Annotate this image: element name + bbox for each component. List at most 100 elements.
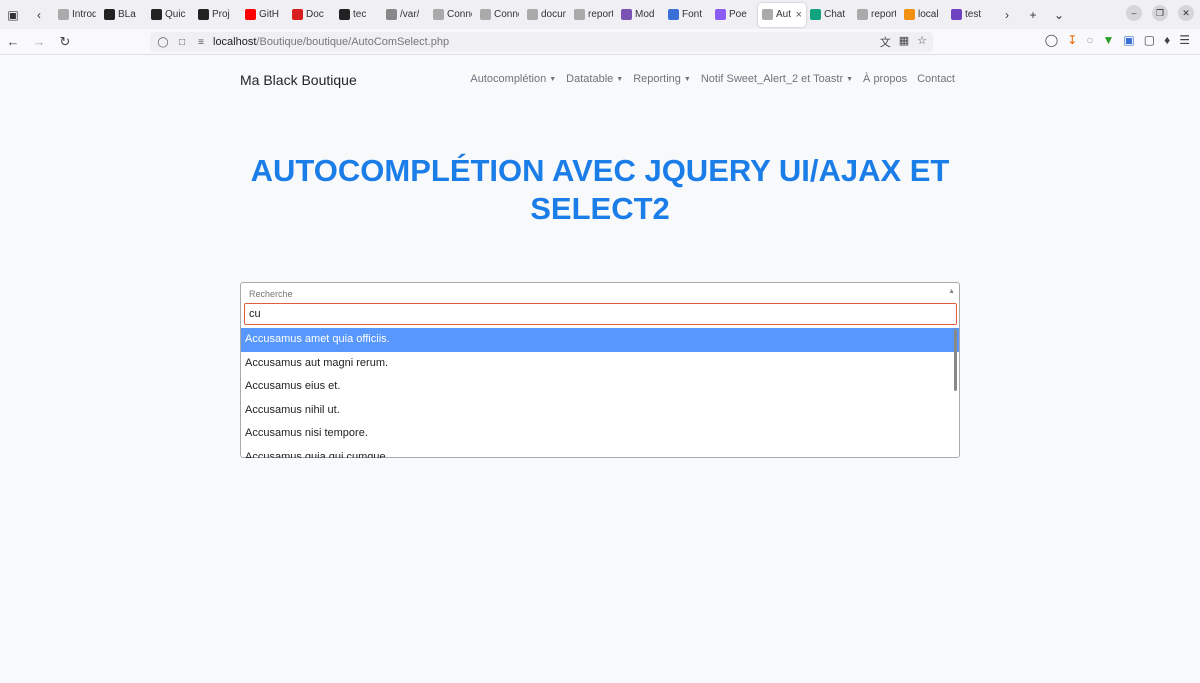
tab-19[interactable]: test xyxy=(947,3,994,27)
permissions-icon[interactable]: ≡ xyxy=(194,37,208,48)
tab-13[interactable]: Font xyxy=(664,3,711,27)
bootstrap-icon xyxy=(621,9,632,20)
info-icon xyxy=(386,9,397,20)
select-search-input[interactable] xyxy=(244,303,957,325)
nav-item-0[interactable]: Autocomplétion ▼ xyxy=(470,73,556,85)
select-placeholder: Recherche xyxy=(249,289,293,299)
tab-10[interactable]: docume xyxy=(523,3,570,27)
tab-18[interactable]: local xyxy=(900,3,947,27)
translate-icon[interactable]: 文 xyxy=(880,34,891,50)
tab-2[interactable]: Quic xyxy=(147,3,194,27)
download-icon[interactable]: ↧ xyxy=(1067,33,1077,47)
tab-1[interactable]: BLa xyxy=(100,3,147,27)
nav-item-1[interactable]: Datatable ▼ xyxy=(566,73,623,85)
extension-download-icon[interactable]: ▼ xyxy=(1103,33,1115,47)
url-path: /Boutique/boutique/AutoComSelect.php xyxy=(256,36,450,48)
scroll-tabs-left-icon[interactable]: ‹ xyxy=(26,2,52,28)
select-option[interactable]: Accusamus aut magni rerum. xyxy=(241,352,959,376)
tab-label: reportin xyxy=(588,9,613,20)
tab-3[interactable]: Proj xyxy=(194,3,241,27)
tab-label: tec xyxy=(353,9,367,20)
new-tab-icon[interactable]: + xyxy=(1020,2,1046,28)
scroll-tabs-right-icon[interactable]: › xyxy=(994,2,1020,28)
reload-icon[interactable]: ↻ xyxy=(52,31,78,53)
url-host: localhost xyxy=(213,36,257,48)
select-option[interactable]: Accusamus amet quia officiis. xyxy=(241,328,959,352)
close-window-icon[interactable]: ✕ xyxy=(1178,5,1194,21)
tab-list: Introdu BLa Quic Proj GitH Doc tec/var/Connex C… xyxy=(54,0,994,29)
poe-icon xyxy=(715,9,726,20)
tab-0[interactable]: Introdu xyxy=(54,3,100,27)
page-icon xyxy=(527,9,538,20)
page-icon xyxy=(58,9,69,20)
shield-extension-icon[interactable]: ▢ xyxy=(1144,33,1155,47)
pocket-icon[interactable]: ◯ xyxy=(1045,33,1058,47)
minimize-icon[interactable]: – xyxy=(1126,5,1142,21)
tab-9[interactable]: Connex xyxy=(476,3,523,27)
tab-label: Poe xyxy=(729,9,747,20)
tab-overview-icon[interactable]: ▣ xyxy=(0,2,26,28)
tab-11[interactable]: reportin xyxy=(570,3,617,27)
tab-label: test xyxy=(965,9,982,20)
select-results-list: Accusamus amet quia officiis. Accusamus a… xyxy=(241,328,959,458)
extension-a-icon[interactable]: ○ xyxy=(1086,33,1093,47)
shield-icon[interactable]: ◯ xyxy=(156,37,170,48)
nav-item-4[interactable]: À propos xyxy=(863,73,907,85)
tab-label: Connex xyxy=(494,9,519,20)
browser-tab-strip: ▣ ‹ Introdu BLa Quic Proj GitH Doc tec/var/Con… xyxy=(0,0,1200,29)
tab-8[interactable]: Connex xyxy=(429,3,476,27)
select-option[interactable]: Accusamus eius et. xyxy=(241,375,959,399)
nav-item-2[interactable]: Reporting ▼ xyxy=(633,73,691,85)
forward-icon[interactable]: → xyxy=(26,31,52,53)
tab-label: docume xyxy=(541,9,566,20)
browser-navigation-bar: ← → ↻ ◯ □ ≡ localhost/Boutique/boutique/… xyxy=(0,29,1200,55)
caret-up-icon[interactable]: ▲ xyxy=(948,288,955,295)
page-icon xyxy=(480,9,491,20)
page-info-icon[interactable]: □ xyxy=(175,37,189,48)
page-icon xyxy=(857,9,868,20)
results-scrollbar[interactable] xyxy=(954,329,957,391)
menu-icon[interactable]: ☰ xyxy=(1179,33,1190,47)
site-menu: Autocomplétion ▼ Datatable ▼ Reporting ▼ Notif… xyxy=(470,73,955,85)
reader-icon[interactable]: ▦ xyxy=(899,34,909,50)
tab-4[interactable]: GitH xyxy=(241,3,288,27)
url-bar[interactable]: ◯ □ ≡ localhost/Boutique/boutique/AutoCo… xyxy=(150,32,933,52)
tab-label: Chat xyxy=(824,9,846,20)
close-tab-icon[interactable]: × xyxy=(796,9,802,21)
dropdown-caret-icon: ▼ xyxy=(549,75,557,83)
tab-label: Introdu xyxy=(72,9,96,20)
site-brand[interactable]: Ma Black Boutique xyxy=(240,72,357,88)
restore-icon[interactable]: ❐ xyxy=(1152,5,1168,21)
page-title: AUTOCOMPLÉTION AVEC JQUERY UI/AJAX ET SE… xyxy=(250,153,950,226)
tab-15[interactable]: Autoc × xyxy=(758,2,806,27)
tab-5[interactable]: Doc xyxy=(288,3,335,27)
nav-item-5[interactable]: Contact xyxy=(917,73,955,85)
tab-label: Mod xyxy=(635,9,655,20)
back-icon[interactable]: ← xyxy=(0,31,26,53)
tab-16[interactable]: Chat xyxy=(806,3,853,27)
select-option[interactable]: Accusamus nihil ut. xyxy=(241,399,959,423)
select-option[interactable]: Accusamus quia qui cumque. xyxy=(241,446,959,459)
github-icon xyxy=(339,9,350,20)
nav-item-3[interactable]: Notif Sweet_Alert_2 et Toastr ▼ xyxy=(701,73,853,85)
list-tabs-icon[interactable]: ⌄ xyxy=(1046,2,1072,28)
youtube-icon xyxy=(245,9,256,20)
window-controls: – ❐ ✕ xyxy=(1126,5,1194,21)
select2-container[interactable]: Recherche ▲ Accusamus amet quia officiis… xyxy=(240,282,960,458)
tab-14[interactable]: Poe xyxy=(711,3,758,27)
page-icon xyxy=(574,9,585,20)
tab-17[interactable]: reportin xyxy=(853,3,900,27)
bookmark-star-icon[interactable]: ☆ xyxy=(917,34,927,50)
tab-label: Font xyxy=(682,9,703,20)
tab-label: local xyxy=(918,9,939,20)
tab-label: BLa xyxy=(118,9,136,20)
translate-extension-icon[interactable]: ▣ xyxy=(1123,33,1134,47)
select-option[interactable]: Accusamus nisi tempore. xyxy=(241,422,959,446)
tab-7[interactable]: /var/ xyxy=(382,3,429,27)
nav-item-label: Reporting xyxy=(633,73,681,85)
dropdown-caret-icon: ▼ xyxy=(616,75,624,83)
extensions-icon[interactable]: ♦ xyxy=(1164,33,1170,47)
tab-6[interactable]: tec xyxy=(335,3,382,27)
tab-12[interactable]: Mod xyxy=(617,3,664,27)
e-icon xyxy=(951,9,962,20)
